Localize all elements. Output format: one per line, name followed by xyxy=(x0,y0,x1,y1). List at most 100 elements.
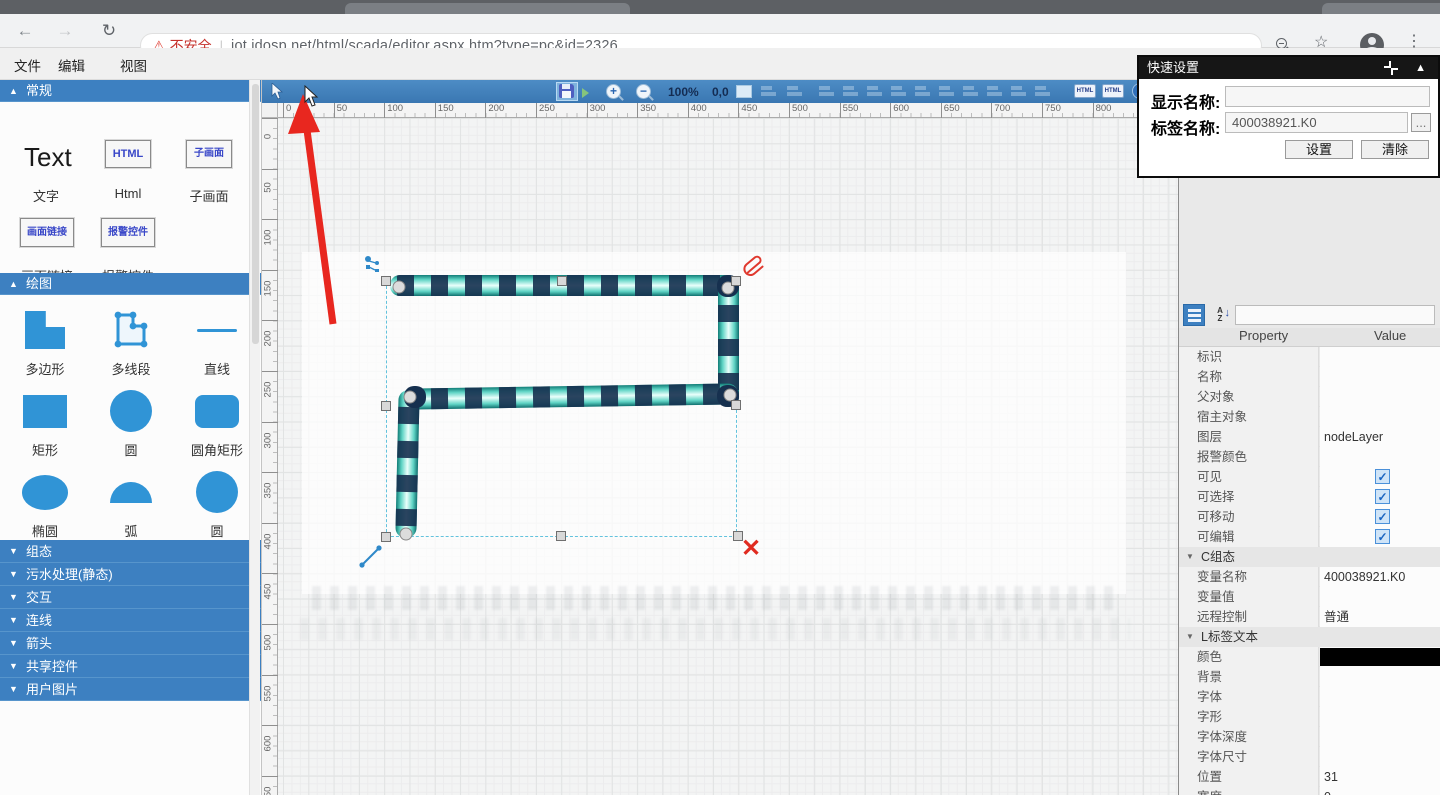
property-row[interactable]: 图层nodeLayer xyxy=(1179,427,1440,447)
menu-view[interactable]: 视图 xyxy=(120,55,147,75)
html-source-button[interactable]: HTML xyxy=(1074,84,1096,98)
html-preview-button[interactable]: HTML xyxy=(1102,84,1124,98)
vertex-handle[interactable] xyxy=(400,528,412,540)
palette-item-圆[interactable]: 圆 xyxy=(88,384,174,465)
property-row[interactable]: ▼C组态 xyxy=(1179,547,1440,567)
property-row[interactable]: 报警颜色 xyxy=(1179,447,1440,467)
property-row[interactable]: 宽度0 xyxy=(1179,787,1440,795)
color-swatch[interactable] xyxy=(1320,648,1440,666)
palette-item-多线段[interactable]: 多线段 xyxy=(88,303,174,384)
tag-browse-button[interactable]: ... xyxy=(1411,113,1431,132)
palette-item-直线[interactable]: 直线 xyxy=(174,303,260,384)
property-row[interactable]: 宿主对象 xyxy=(1179,407,1440,427)
property-row[interactable]: 变量名称400038921.K0 xyxy=(1179,567,1440,587)
scrollbar-thumb[interactable] xyxy=(252,84,259,344)
property-row[interactable]: 背景 xyxy=(1179,667,1440,687)
pipe-segment-middle[interactable] xyxy=(406,383,738,409)
menu-edit[interactable]: 编辑 xyxy=(58,55,85,75)
resize-handle-ne[interactable] xyxy=(731,276,741,286)
property-group-L标签文本[interactable]: ▼L标签文本 xyxy=(1179,627,1440,647)
resize-handle-n[interactable] xyxy=(557,276,567,286)
zoom-out-button[interactable]: − xyxy=(636,84,651,99)
resize-handle-s[interactable] xyxy=(556,531,566,541)
property-row[interactable]: 可移动✓ xyxy=(1179,507,1440,527)
tag-name-input[interactable]: 400038921.K0 xyxy=(1225,112,1408,133)
sidebar-section-连线[interactable]: ▼连线 xyxy=(0,609,261,632)
palette-item-多边形[interactable]: 多边形 xyxy=(2,303,88,384)
property-filter-input[interactable] xyxy=(1235,305,1435,325)
checkbox[interactable]: ✓ xyxy=(1375,509,1390,524)
property-row[interactable]: 位置31 xyxy=(1179,767,1440,787)
browser-tab[interactable] xyxy=(345,3,630,14)
pipe-segment-left[interactable] xyxy=(395,390,419,538)
sidebar-scrollbar[interactable] xyxy=(249,80,260,795)
sidebar-section-共享控件[interactable]: ▼共享控件 xyxy=(0,655,261,678)
delete-x-icon[interactable]: ✕ xyxy=(741,538,761,560)
property-row[interactable]: 字形 xyxy=(1179,707,1440,727)
canvas-size-button[interactable] xyxy=(736,85,752,98)
design-canvas[interactable]: ✕ xyxy=(278,118,1178,795)
dock-icon[interactable] xyxy=(1384,61,1398,75)
property-row[interactable]: 可见✓ xyxy=(1179,467,1440,487)
property-row[interactable]: 可编辑✓ xyxy=(1179,527,1440,547)
set-button[interactable]: 设置 xyxy=(1285,140,1353,159)
select-tool-icon[interactable] xyxy=(270,83,284,100)
sidebar-section-污水处理(静态)[interactable]: ▼污水处理(静态) xyxy=(0,563,261,586)
palette-item-圆角矩形[interactable]: 圆角矩形 xyxy=(174,384,260,465)
palette-item-html[interactable]: HTML xyxy=(105,140,151,168)
palette-item-椭圆[interactable]: 椭圆 xyxy=(2,465,88,546)
reload-icon[interactable]: ↻ xyxy=(96,18,122,44)
sidebar-section-交互[interactable]: ▼交互 xyxy=(0,586,261,609)
palette-item-弧[interactable]: 弧 xyxy=(88,465,174,546)
property-row[interactable]: 远程控制普通 xyxy=(1179,607,1440,627)
display-name-input[interactable] xyxy=(1225,86,1430,107)
sidebar-section-用户图片[interactable]: ▼用户图片 xyxy=(0,678,261,701)
checkbox[interactable]: ✓ xyxy=(1375,529,1390,544)
property-row[interactable]: 字体尺寸 xyxy=(1179,747,1440,767)
sort-az-icon[interactable]: AZ xyxy=(1209,304,1231,326)
palette-item-subscreen[interactable]: 子画面 xyxy=(186,140,232,168)
menu-file[interactable]: 文件 xyxy=(14,55,41,75)
sidebar-section-箭头[interactable]: ▼箭头 xyxy=(0,632,261,655)
sidebar-section-组态[interactable]: ▼组态 xyxy=(0,540,261,563)
sidebar-section-drawing[interactable]: ▲ 绘图 xyxy=(0,273,261,295)
property-row[interactable]: 名称 xyxy=(1179,367,1440,387)
vertex-handle[interactable] xyxy=(393,281,405,293)
browser-tab[interactable] xyxy=(1322,3,1440,14)
property-row[interactable]: 颜色 xyxy=(1179,647,1440,667)
edit-nodes-icon[interactable] xyxy=(363,255,383,275)
line-tool-icon[interactable] xyxy=(358,543,384,569)
resize-handle-sw[interactable] xyxy=(381,532,391,542)
pipe-drawing[interactable] xyxy=(278,118,1178,795)
property-row[interactable]: 字体深度 xyxy=(1179,727,1440,747)
vertex-handle[interactable] xyxy=(404,391,416,403)
resize-handle-w[interactable] xyxy=(381,401,391,411)
checkbox[interactable]: ✓ xyxy=(1375,489,1390,504)
save-button[interactable] xyxy=(559,84,574,98)
collapse-triangle-icon[interactable]: ▲ xyxy=(1415,57,1426,79)
paperclip-icon[interactable] xyxy=(743,254,765,280)
property-row[interactable]: 标识 xyxy=(1179,347,1440,367)
palette-item-alarm-control[interactable]: 报警控件 xyxy=(101,218,155,247)
back-icon[interactable]: ← xyxy=(12,18,38,44)
property-group-C组态[interactable]: ▼C组态 xyxy=(1179,547,1440,567)
clear-button[interactable]: 清除 xyxy=(1361,140,1429,159)
resize-handle-e[interactable] xyxy=(731,400,741,410)
property-row[interactable]: 可选择✓ xyxy=(1179,487,1440,507)
property-row[interactable]: ▼L标签文本 xyxy=(1179,627,1440,647)
property-row[interactable]: 父对象 xyxy=(1179,387,1440,407)
run-button[interactable] xyxy=(582,88,589,98)
sidebar-section-general[interactable]: ▲ 常规 xyxy=(0,80,261,102)
palette-item-圆[interactable]: 圆 xyxy=(174,465,260,546)
property-row[interactable]: 字体 xyxy=(1179,687,1440,707)
palette-item-矩形[interactable]: 矩形 xyxy=(2,384,88,465)
quick-settings-title-bar[interactable]: 快速设置 ▲ xyxy=(1139,57,1438,79)
palette-item-text[interactable]: Text xyxy=(24,142,72,173)
forward-icon[interactable]: → xyxy=(52,18,78,44)
checkbox[interactable]: ✓ xyxy=(1375,469,1390,484)
zoom-in-button[interactable]: + xyxy=(606,84,621,99)
palette-item-screen-link[interactable]: 画面链接 xyxy=(20,218,74,247)
property-row[interactable]: 变量值 xyxy=(1179,587,1440,607)
resize-handle-nw[interactable] xyxy=(381,276,391,286)
categorize-icon[interactable] xyxy=(1183,304,1205,326)
